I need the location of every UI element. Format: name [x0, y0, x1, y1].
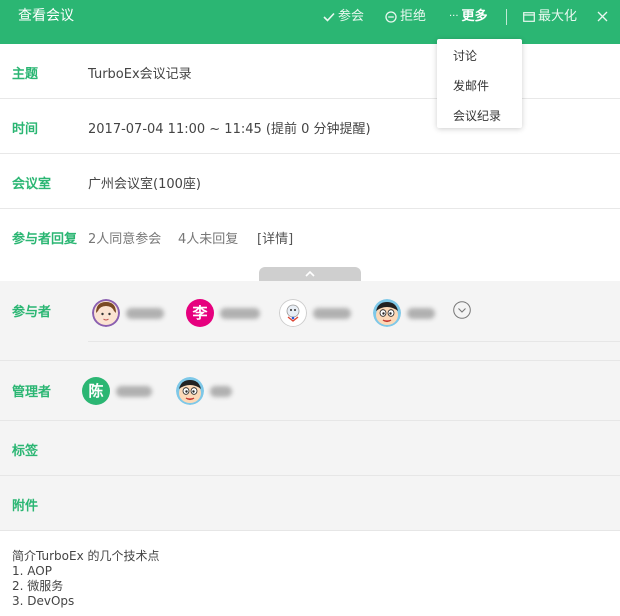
reply-agreed: 2人同意参会 [88, 232, 162, 247]
redacted-name [313, 307, 351, 319]
time-label: 时间 [12, 122, 39, 137]
reply-label: 参与者回复 [12, 232, 78, 247]
check-icon [323, 12, 335, 22]
decline-label: 拒绝 [400, 9, 427, 24]
more-dots-icon: ··· [449, 11, 459, 22]
subject-value: TurboEx会议记录 [88, 67, 192, 82]
decline-button[interactable]: 拒绝 [385, 0, 426, 33]
participant[interactable]: 李 [186, 299, 260, 327]
description-line: 3. DevOps [12, 594, 75, 608]
reply-pending: 4人未回复 [178, 232, 239, 247]
divider [88, 341, 620, 342]
collapse-toggle[interactable] [259, 267, 361, 281]
avatar: 李 [186, 299, 214, 327]
redacted-name [116, 385, 152, 397]
accept-button[interactable]: 参会 [323, 0, 364, 33]
redacted-name [210, 385, 232, 397]
room-label: 会议室 [12, 177, 52, 192]
room-value: 广州会议室(100座) [88, 177, 201, 192]
header-divider [506, 9, 507, 25]
divider [0, 420, 620, 421]
more-button[interactable]: ··· 更多 [449, 0, 488, 33]
admin[interactable]: 陈 [82, 377, 152, 405]
meeting-header: 查看会议 参会 拒绝 ··· 更多 最大化 [0, 0, 620, 44]
tags-label: 标签 [12, 444, 39, 459]
maximize-button[interactable]: 最大化 [523, 0, 577, 33]
redacted-name [126, 307, 164, 319]
redacted-name [407, 307, 435, 319]
subject-row: 主题 TurboEx会议记录 [0, 44, 620, 99]
avatar [92, 299, 120, 327]
description-line: 简介TurboEx 的几个技术点 [12, 549, 160, 563]
divider [0, 475, 620, 476]
accept-label: 参会 [338, 9, 365, 24]
redacted-name [220, 307, 260, 319]
maximize-label: 最大化 [538, 9, 578, 24]
admin[interactable] [176, 377, 232, 405]
menu-item-discuss[interactable]: 讨论 [453, 47, 477, 64]
close-icon [597, 11, 608, 22]
more-label: 更多 [461, 9, 488, 24]
minus-circle-icon [385, 10, 397, 23]
time-value: 2017-07-04 11:00 ~ 11:45 (提前 0 分钟提醒) [88, 122, 371, 137]
participant[interactable] [373, 299, 435, 327]
menu-item-minutes[interactable]: 会议纪录 [453, 107, 501, 124]
chevron-up-icon [305, 270, 315, 277]
divider [0, 360, 620, 361]
description-line: 2. 微服务 [12, 579, 64, 593]
subject-label: 主题 [12, 67, 39, 82]
time-row: 时间 2017-07-04 11:00 ~ 11:45 (提前 0 分钟提醒) [0, 99, 620, 154]
attachments-label: 附件 [12, 499, 39, 514]
admins-label: 管理者 [12, 385, 52, 400]
avatar [176, 377, 204, 405]
chevron-down-circle-icon [453, 301, 471, 319]
participant[interactable] [279, 299, 351, 327]
reply-detail-link[interactable]: [详情] [257, 228, 293, 247]
participant[interactable] [92, 299, 164, 327]
window-icon [523, 11, 535, 22]
meeting-description: 简介TurboEx 的几个技术点 1. AOP 2. 微服务 3. DevOps [12, 549, 160, 609]
expand-participants-button[interactable] [453, 301, 471, 323]
description-line: 1. AOP [12, 564, 52, 578]
divider [0, 530, 620, 531]
avatar [373, 299, 401, 327]
reply-row: 参与者回复 2人同意参会 4人未回复 [详情] [0, 209, 620, 267]
avatar: 陈 [82, 377, 110, 405]
avatar [279, 299, 307, 327]
participants-label: 参与者 [12, 305, 52, 320]
window-title: 查看会议 [18, 8, 74, 24]
room-row: 会议室 广州会议室(100座) [0, 154, 620, 209]
menu-item-send-email[interactable]: 发邮件 [453, 77, 489, 94]
more-dropdown-menu: 讨论 发邮件 会议纪录 [437, 39, 522, 128]
close-button[interactable] [597, 0, 608, 33]
